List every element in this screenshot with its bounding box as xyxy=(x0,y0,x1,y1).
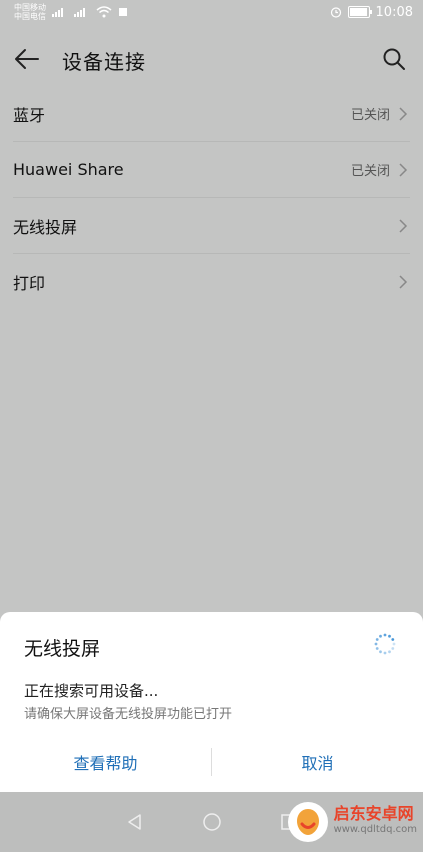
carrier-2: 中国电信 xyxy=(14,12,46,21)
spinner-dot xyxy=(379,650,382,654)
spinner-dot xyxy=(375,638,379,641)
watermark-text: 启东安卓网 www.qdltdq.com xyxy=(334,806,417,838)
item-right xyxy=(396,218,410,233)
list-item-huawei-share[interactable]: Huawei Share 已关闭 xyxy=(13,142,410,198)
signal-icon xyxy=(52,8,63,17)
dialog-title: 无线投屏 xyxy=(24,638,101,660)
status-left: 中国移动 中国电信 xyxy=(14,3,128,21)
battery-icon xyxy=(347,6,372,18)
help-button[interactable]: 查看帮助 xyxy=(0,750,211,774)
signal-icon-2 xyxy=(74,8,85,17)
settings-list: 蓝牙 已关闭 Huawei Share 已关闭 无线投屏 打印 xyxy=(0,86,423,309)
spinner-dot xyxy=(388,650,391,654)
item-right xyxy=(396,274,410,289)
clock: 10:08 xyxy=(375,4,413,20)
spinner-dot xyxy=(374,642,378,646)
status-right: 10:08 xyxy=(330,5,413,20)
wifi-icon xyxy=(96,6,112,18)
item-status: 已关闭 xyxy=(350,108,390,123)
chevron-right-icon xyxy=(396,162,410,177)
watermark-logo-icon xyxy=(287,802,328,842)
watermark-url: www.qdltdq.com xyxy=(333,824,417,835)
site-watermark: 启东安卓网 www.qdltdq.com xyxy=(287,802,417,842)
item-right: 已关闭 xyxy=(351,160,410,179)
carrier-1: 中国移动 xyxy=(14,3,46,12)
item-label: 蓝牙 xyxy=(13,105,46,125)
spinner-dot xyxy=(391,647,395,650)
projection-dialog: 无线投屏 正在搜索可用设备... 请确保大屏设备无线投屏功能已打开 查看帮助 取… xyxy=(0,612,423,792)
search-button[interactable] xyxy=(379,44,409,74)
list-item-print[interactable]: 打印 xyxy=(13,254,410,309)
spinner-dot xyxy=(383,651,387,655)
item-label: Huawei Share xyxy=(13,160,124,179)
dialog-message: 正在搜索可用设备... xyxy=(24,682,159,700)
alarm-icon xyxy=(330,7,341,18)
item-status: 已关闭 xyxy=(350,164,390,179)
status-bar: 中国移动 中国电信 10:08 xyxy=(0,0,423,24)
item-label: 打印 xyxy=(13,273,46,293)
watermark-name: 启东安卓网 xyxy=(333,804,414,823)
cancel-button[interactable]: 取消 xyxy=(212,750,423,774)
spinner-dot xyxy=(375,647,379,650)
back-button[interactable] xyxy=(12,44,42,74)
spinner-dot xyxy=(379,634,382,638)
nav-home-icon[interactable] xyxy=(202,812,222,832)
spinner-dot xyxy=(391,638,395,641)
spinner-dot xyxy=(388,634,391,638)
arrow-left-icon xyxy=(15,49,39,69)
chevron-right-icon xyxy=(396,274,410,289)
notification-icon xyxy=(119,8,127,16)
app-header: 设备连接 xyxy=(0,34,423,84)
carrier-info: 中国移动 中国电信 xyxy=(14,3,46,21)
spinner-dot xyxy=(383,633,387,637)
battery-level xyxy=(349,8,367,16)
chevron-right-icon xyxy=(396,106,410,121)
spinner-dot xyxy=(392,642,396,646)
chevron-right-icon xyxy=(396,218,410,233)
page-title: 设备连接 xyxy=(62,50,146,74)
search-icon xyxy=(383,48,405,70)
list-item-bluetooth[interactable]: 蓝牙 已关闭 xyxy=(13,86,410,142)
item-right: 已关闭 xyxy=(351,104,410,123)
dialog-actions: 查看帮助 取消 xyxy=(0,747,423,777)
dialog-sub-message: 请确保大屏设备无线投屏功能已打开 xyxy=(24,707,233,722)
loading-spinner-icon xyxy=(374,633,396,655)
item-label: 无线投屏 xyxy=(13,217,78,237)
list-item-wireless-projection[interactable]: 无线投屏 xyxy=(13,198,410,254)
nav-back-icon[interactable] xyxy=(126,813,144,831)
